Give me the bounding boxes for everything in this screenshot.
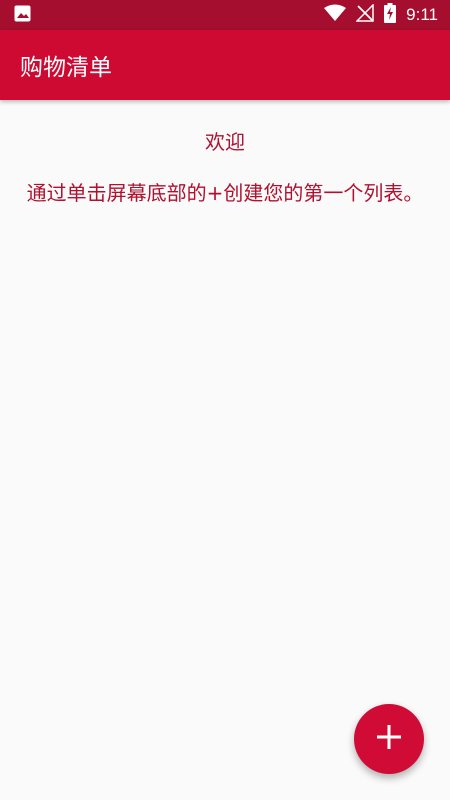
page-title: 购物清单 <box>20 55 112 81</box>
wifi-icon <box>324 4 347 26</box>
app-bar: 购物清单 <box>0 30 450 100</box>
add-list-button[interactable] <box>354 704 424 774</box>
no-signal-icon <box>355 3 374 26</box>
welcome-text: 欢迎 <box>205 130 245 154</box>
plus-icon <box>376 724 402 754</box>
empty-state: 欢迎 通过单击屏幕底部的+创建您的第一个列表。 <box>0 100 450 800</box>
image-notification-icon <box>14 5 31 26</box>
clock-time: 9:11 <box>406 5 438 24</box>
status-right: 9:11 <box>324 3 438 27</box>
battery-charging-icon <box>384 3 397 27</box>
hint-text: 通过单击屏幕底部的+创建您的第一个列表。 <box>26 181 424 205</box>
status-bar: 9:11 <box>0 0 450 30</box>
status-left <box>14 5 31 26</box>
